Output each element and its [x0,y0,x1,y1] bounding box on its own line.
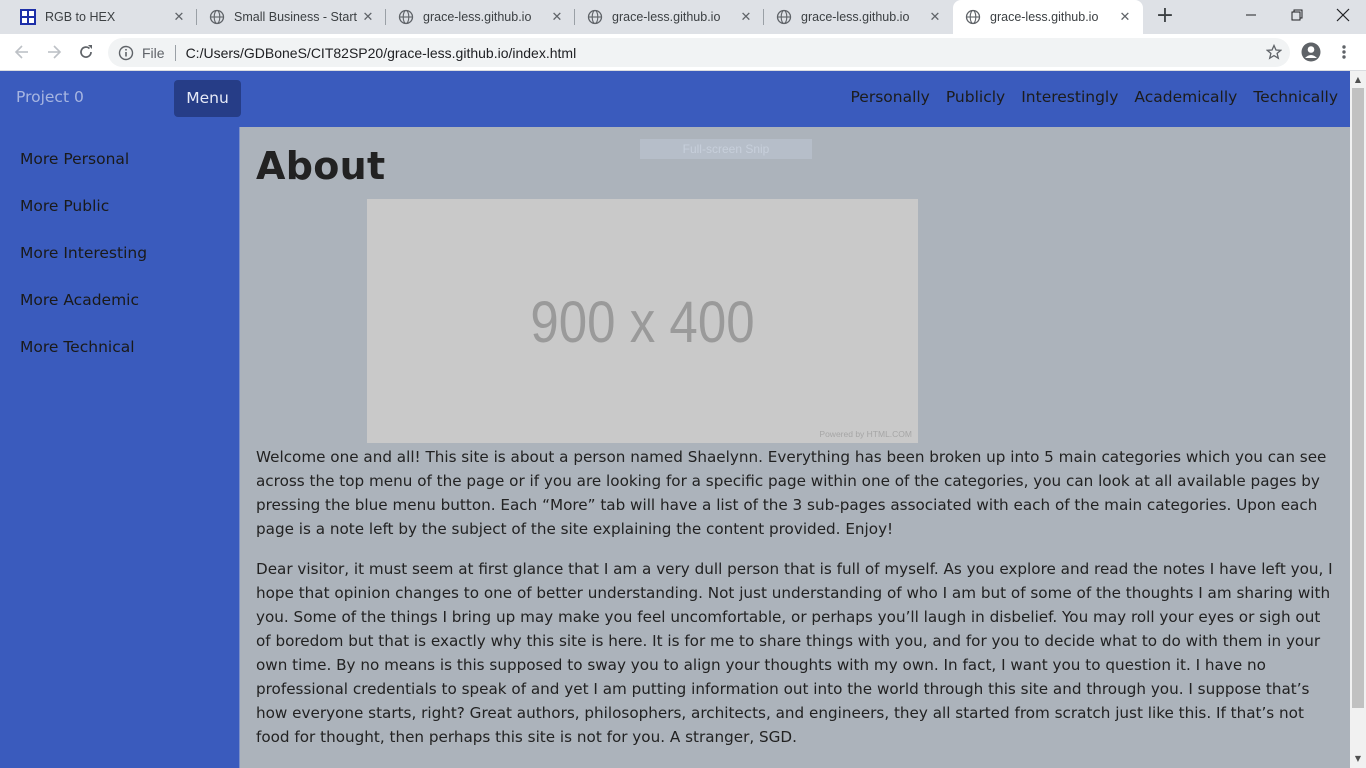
tab-grace-less-active[interactable]: grace-less.github.io ✕ [953,0,1143,34]
sidebar-item-more-personal[interactable]: More Personal [20,150,129,168]
address-bar[interactable]: File C:/Users/GDBoneS/CIT82SP20/grace-le… [108,38,1290,67]
reload-button[interactable] [74,40,98,64]
sidebar-item-more-interesting[interactable]: More Interesting [20,244,147,262]
placeholder-image: 900 x 400 Powered by HTML.COM [367,199,918,443]
menu-toggle-button[interactable]: Menu [174,80,241,117]
close-icon[interactable]: ✕ [1117,9,1133,25]
close-window-button[interactable] [1320,0,1366,30]
minimize-button[interactable] [1228,0,1274,30]
forward-button[interactable] [42,40,66,64]
top-nav-links: Personally Publicly Interestingly Academ… [850,88,1338,106]
globe-icon [965,9,981,25]
kebab-menu-icon [1342,45,1346,59]
tab-small-business[interactable]: Small Business - Start Bootstrap ✕ [197,0,386,34]
tab-title: Small Business - Start Bootstrap [234,10,360,24]
close-icon[interactable]: ✕ [360,9,376,25]
restore-button[interactable] [1274,0,1320,30]
bookmark-star-icon[interactable] [1265,43,1283,63]
back-button[interactable] [10,40,34,64]
sidebar-item-more-public[interactable]: More Public [20,197,109,215]
main-content: Full-screen Snip About 900 x 400 Powered… [240,127,1350,768]
tab-rgb-to-hex[interactable]: RGB to HEX ✕ [8,0,197,34]
scheme-label: File [142,44,165,61]
sidebar: More Personal More Public More Interesti… [0,127,240,768]
scroll-thumb[interactable] [1352,88,1364,708]
scroll-up-arrow-icon[interactable]: ▲ [1350,73,1366,87]
reload-icon [80,45,92,58]
scroll-down-arrow-icon[interactable]: ▼ [1350,752,1366,766]
tab-title: grace-less.github.io [801,10,910,24]
page-viewport: Project 0 Menu Personally Publicly Inter… [0,71,1350,768]
tab-title: RGB to HEX [45,10,116,24]
sidebar-item-more-technical[interactable]: More Technical [20,338,135,356]
browser-menu-button[interactable] [1332,40,1356,64]
tab-title: grace-less.github.io [423,10,532,24]
close-icon[interactable]: ✕ [549,9,565,25]
sidebar-item-more-academic[interactable]: More Academic [20,291,139,309]
minimize-icon [1246,14,1256,16]
globe-icon [209,9,225,25]
site-navbar: Project 0 Menu Personally Publicly Inter… [0,71,1350,127]
browser-toolbar: File C:/Users/GDBoneS/CIT82SP20/grace-le… [0,34,1366,71]
page-title: About [256,144,386,188]
nav-link-publicly[interactable]: Publicly [946,88,1005,106]
nav-link-technically[interactable]: Technically [1253,88,1338,106]
snip-overlay-label[interactable]: Full-screen Snip [640,139,812,159]
forward-arrow-icon [48,45,62,59]
url-text[interactable]: C:/Users/GDBoneS/CIT82SP20/grace-less.gi… [186,45,577,61]
account-icon [1301,42,1321,62]
visitor-note-paragraph: Dear visitor, it must seem at first glan… [256,560,1333,746]
tab-title: grace-less.github.io [612,10,721,24]
tab-grace-less-3[interactable]: grace-less.github.io ✕ [764,0,953,34]
close-icon[interactable]: ✕ [738,9,754,25]
page-scrollbar[interactable]: ▲ ▼ [1350,71,1366,768]
placeholder-credit: Powered by HTML.COM [819,429,912,439]
close-icon [1336,8,1350,22]
rgb-hex-favicon [20,9,36,25]
tab-title: grace-less.github.io [990,10,1099,24]
globe-icon [398,9,414,25]
site-brand[interactable]: Project 0 [16,88,84,106]
close-icon[interactable]: ✕ [171,9,187,25]
placeholder-dimension-text: 900 x 400 [530,290,755,355]
back-arrow-icon [14,45,28,59]
info-icon[interactable] [118,45,134,61]
tab-grace-less-2[interactable]: grace-less.github.io ✕ [575,0,764,34]
nav-link-interestingly[interactable]: Interestingly [1021,88,1118,106]
nav-link-academically[interactable]: Academically [1134,88,1237,106]
divider [174,44,176,61]
tab-strip: RGB to HEX ✕ Small Business - Start Boot… [0,0,1366,34]
new-tab-button[interactable]: + [1153,5,1177,29]
profile-button[interactable] [1299,40,1323,64]
close-icon[interactable]: ✕ [927,9,943,25]
globe-icon [776,9,792,25]
globe-icon [587,9,603,25]
tab-grace-less-1[interactable]: grace-less.github.io ✕ [386,0,575,34]
restore-icon [1291,9,1303,21]
nav-link-personally[interactable]: Personally [850,88,929,106]
intro-paragraph: Welcome one and all! This site is about … [256,448,1327,538]
